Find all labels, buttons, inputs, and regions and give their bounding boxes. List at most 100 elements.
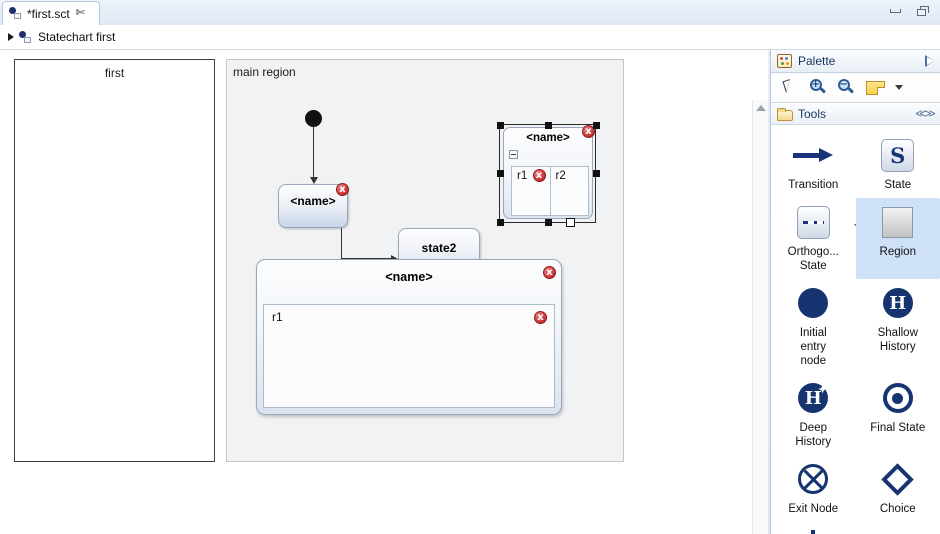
palette-tool-row: Initial entry node H Shallow History xyxy=(771,279,940,374)
restore-button[interactable] xyxy=(914,3,932,19)
palette-header: Palette xyxy=(771,50,940,73)
zoom-in-button[interactable]: + xyxy=(807,77,829,99)
error-badge-icon[interactable]: x xyxy=(534,311,547,324)
close-icon[interactable]: ✄ xyxy=(74,8,85,19)
resize-handle-ne[interactable] xyxy=(593,122,600,129)
state-label: <name> xyxy=(385,270,433,284)
cursor-arrow-icon xyxy=(784,80,797,95)
expander-triangle-icon[interactable] xyxy=(8,33,14,41)
palette-item-label-line1: Initial xyxy=(799,327,827,339)
palette-item-exit-node[interactable]: Exit Node xyxy=(771,455,856,522)
scroll-up-icon[interactable] xyxy=(756,105,766,111)
statechart-outline-panel[interactable]: first xyxy=(14,59,215,462)
palette-item-orthogonal-state[interactable]: Orthogo... State xyxy=(771,198,862,279)
palette-item-label-line3: node xyxy=(800,355,827,367)
note-tool-button[interactable] xyxy=(863,77,887,99)
transition-arrowhead-icon xyxy=(310,177,318,184)
palette-title: Palette xyxy=(798,54,836,68)
state-node-name[interactable]: <name> x xyxy=(278,183,349,228)
resize-handle-s[interactable] xyxy=(545,219,552,226)
error-badge-icon[interactable]: x xyxy=(532,169,546,182)
selected-orthogonal-state-group[interactable]: <name> x r1 x r2 xyxy=(497,122,600,229)
palette-item-state[interactable]: S State xyxy=(856,131,940,198)
palette-item-label: Choice xyxy=(879,503,916,515)
composite-region-r1[interactable]: r1 x xyxy=(263,304,555,408)
palette-item-choice[interactable]: Choice xyxy=(856,455,940,522)
palette-tool-row: H ✦ Deep History Final State xyxy=(771,374,940,455)
breadcrumb: Statechart first xyxy=(0,25,940,50)
resize-handle-nw[interactable] xyxy=(497,122,504,129)
initial-entry-node[interactable] xyxy=(305,110,322,127)
palette-icon xyxy=(777,54,792,68)
palette-item-label-line2: entry xyxy=(800,341,827,353)
error-badge-icon[interactable]: x xyxy=(543,266,556,279)
palette-item-final-state[interactable]: Final State xyxy=(856,374,940,455)
palette-item-label: State xyxy=(884,179,912,191)
palette-tool-row: Exit Node Choice xyxy=(771,455,940,522)
region-r1[interactable]: r1 x xyxy=(512,167,550,215)
palette-tool-row: Synchro... xyxy=(771,522,940,534)
double-chevron-icon[interactable]: ≪≫ xyxy=(915,107,936,120)
note-icon xyxy=(865,80,885,95)
breadcrumb-label[interactable]: Statechart first xyxy=(38,30,115,44)
palette-item-label-line1: Orthogo... xyxy=(787,246,839,258)
region-label: r1 xyxy=(517,170,528,182)
final-state-icon xyxy=(882,383,913,413)
statechart-title: first xyxy=(104,66,125,80)
zoom-out-icon: − xyxy=(837,79,855,96)
main-region-container[interactable]: main region <name> x after 2 s state2 xyxy=(226,59,624,462)
transition-initial-to-state1[interactable] xyxy=(313,127,314,179)
palette-item-deep-history[interactable]: H ✦ Deep History xyxy=(771,374,856,455)
palette-empty-cell xyxy=(856,522,940,534)
state-label: state2 xyxy=(421,241,457,255)
region-icon xyxy=(882,206,914,238)
editor-tab-label: *first.sct xyxy=(27,6,70,21)
resize-handle-sw[interactable] xyxy=(497,219,504,226)
window-controls xyxy=(886,3,932,19)
deep-history-icon: H ✦ xyxy=(798,383,829,413)
zoom-out-button[interactable]: − xyxy=(835,77,857,99)
palette-pin-arrow-icon[interactable] xyxy=(925,55,934,67)
composite-state-node[interactable]: <name> x r1 x xyxy=(256,259,562,415)
error-badge-icon[interactable]: x xyxy=(336,183,349,196)
main-region-label: main region xyxy=(233,65,296,79)
palette-tool-row: Transition S State xyxy=(771,131,940,198)
palette-item-initial-entry-node[interactable]: Initial entry node xyxy=(771,279,856,374)
palette-item-label-line1: Deep xyxy=(799,422,828,434)
resize-handle-w[interactable] xyxy=(497,170,504,177)
choice-icon xyxy=(881,462,915,496)
palette-tool-grid: Transition S State Orthogo... State Regi… xyxy=(771,125,940,534)
palette-section-title: Tools xyxy=(798,106,827,121)
statechart-icon xyxy=(19,30,33,44)
editor-tab-first-sct[interactable]: *first.sct ✄ xyxy=(2,1,100,25)
minimize-icon xyxy=(889,9,901,13)
palette-section-tools-header[interactable]: Tools ≪≫ xyxy=(771,103,940,125)
orthogonal-state-icon xyxy=(796,205,830,239)
application-window: *first.sct ✄ Statechart first first main… xyxy=(0,0,940,534)
orthogonal-state-node[interactable]: <name> x r1 x r2 xyxy=(503,125,595,219)
palette-item-label-line2: History xyxy=(879,341,916,353)
palette-item-region[interactable]: Region xyxy=(855,198,940,279)
note-dropdown-button[interactable] xyxy=(893,77,905,99)
zoom-in-icon: + xyxy=(809,79,827,96)
minimize-button[interactable] xyxy=(886,3,904,19)
transition-arrow-icon xyxy=(793,148,834,162)
editor-vertical-scrollbar[interactable] xyxy=(752,100,768,534)
diagram-editor[interactable]: first main region <name> x after 2 s sta… xyxy=(0,50,768,534)
palette-item-label-line1: Shallow xyxy=(877,327,918,339)
palette-item-transition[interactable]: Transition xyxy=(771,131,856,198)
palette-item-shallow-history[interactable]: H Shallow History xyxy=(856,279,940,374)
statechart-icon xyxy=(9,7,23,20)
editor-tab-strip: *first.sct ✄ xyxy=(0,0,940,25)
collapse-toggle-icon[interactable] xyxy=(509,150,518,159)
palette-toolbar: + − xyxy=(771,73,940,103)
transition-state1-to-state2-vertical[interactable] xyxy=(341,228,342,259)
resize-handle-e[interactable] xyxy=(593,170,600,177)
region-resize-handle[interactable] xyxy=(566,218,575,227)
palette-item-synchronization[interactable]: Synchro... xyxy=(771,522,856,534)
region-r2[interactable]: r2 xyxy=(549,167,588,215)
palette-panel: Palette + − Tools ≪≫ Transition S State … xyxy=(770,50,940,534)
resize-handle-n[interactable] xyxy=(545,122,552,129)
region-label: r1 xyxy=(272,310,283,324)
select-tool-button[interactable] xyxy=(779,77,801,99)
